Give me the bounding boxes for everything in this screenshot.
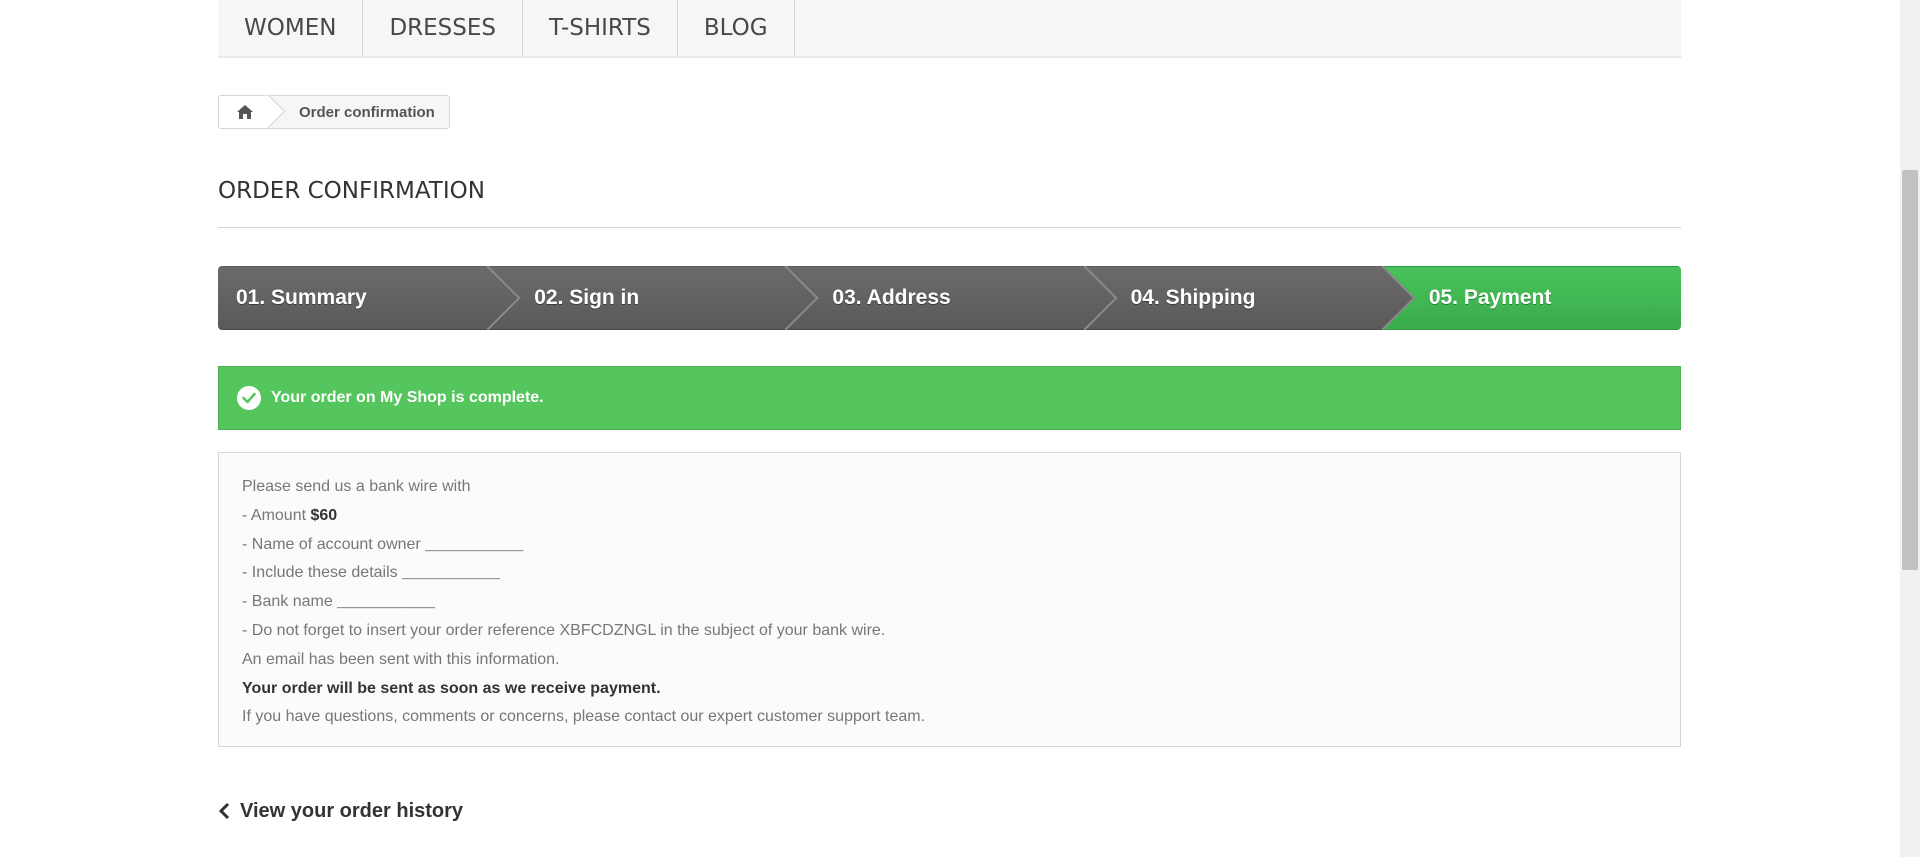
breadcrumb-current: Order confirmation <box>299 103 435 121</box>
page-title: ORDER CONFIRMATION <box>218 178 1681 228</box>
scrollbar[interactable] <box>1900 0 1920 857</box>
amount-line: - Amount $60 <box>242 502 1657 531</box>
account-owner-line: - Name of account owner ___________ <box>242 531 1657 560</box>
alert-message: Your order on My Shop is complete. <box>271 389 544 406</box>
order-reference-line: - Do not forget to insert your order ref… <box>242 621 886 639</box>
step-payment: 05. Payment <box>1382 266 1681 330</box>
success-alert: Your order on My Shop is complete. <box>218 366 1681 430</box>
details-value: ___________ <box>402 564 500 582</box>
step-label: 05. Payment <box>1428 286 1552 309</box>
step-address[interactable]: 03. Address <box>786 266 1118 330</box>
step-label: 01. Summary <box>236 286 367 309</box>
checkout-steps: 01. Summary 02. Sign in 03. Address 04. … <box>218 266 1681 330</box>
support-line: If you have questions, comments or conce… <box>242 708 926 726</box>
scrollbar-thumb[interactable] <box>1902 170 1918 570</box>
bank-wire-intro: Please send us a bank wire with <box>242 478 471 495</box>
menu-item-dresses[interactable]: DRESSES <box>363 0 523 56</box>
bank-name-value: ___________ <box>337 593 436 611</box>
bank-name-label: - Bank name <box>242 593 338 611</box>
step-label: 03. Address <box>832 286 951 309</box>
chevron-left-icon <box>218 802 230 820</box>
account-owner-value: ___________ <box>425 535 524 553</box>
breadcrumb: Order confirmation <box>218 95 450 129</box>
shipping-notice: Your order will be sent as soon as we re… <box>242 679 661 697</box>
home-icon <box>237 105 253 119</box>
breadcrumb-home-link[interactable] <box>219 96 271 128</box>
step-label: 02. Sign in <box>534 286 640 309</box>
step-label: 04. Shipping <box>1130 286 1256 309</box>
step-shipping[interactable]: 04. Shipping <box>1084 266 1416 330</box>
amount-label: - Amount <box>242 506 311 524</box>
bank-name-line: - Bank name ___________ <box>242 588 1657 617</box>
order-history-label: View your order history <box>240 799 464 822</box>
menu-item-t-shirts[interactable]: T-SHIRTS <box>523 0 678 56</box>
check-circle-icon <box>237 386 261 410</box>
details-line: - Include these details ___________ <box>242 559 1657 588</box>
bank-wire-info: Please send us a bank wire with - Amount… <box>218 452 1681 747</box>
step-summary[interactable]: 01. Summary <box>218 266 521 330</box>
account-owner-label: - Name of account owner <box>242 535 426 553</box>
step-sign-in[interactable]: 02. Sign in <box>488 266 819 330</box>
top-menu: WOMEN DRESSES T-SHIRTS BLOG <box>218 0 1681 58</box>
menu-item-blog[interactable]: BLOG <box>678 0 795 56</box>
menu-item-women[interactable]: WOMEN <box>218 0 364 56</box>
details-label: - Include these details <box>242 564 403 582</box>
email-sent-line: An email has been sent with this informa… <box>242 650 560 668</box>
amount-value: $60 <box>310 506 338 524</box>
order-history-link[interactable]: View your order history <box>218 796 463 826</box>
